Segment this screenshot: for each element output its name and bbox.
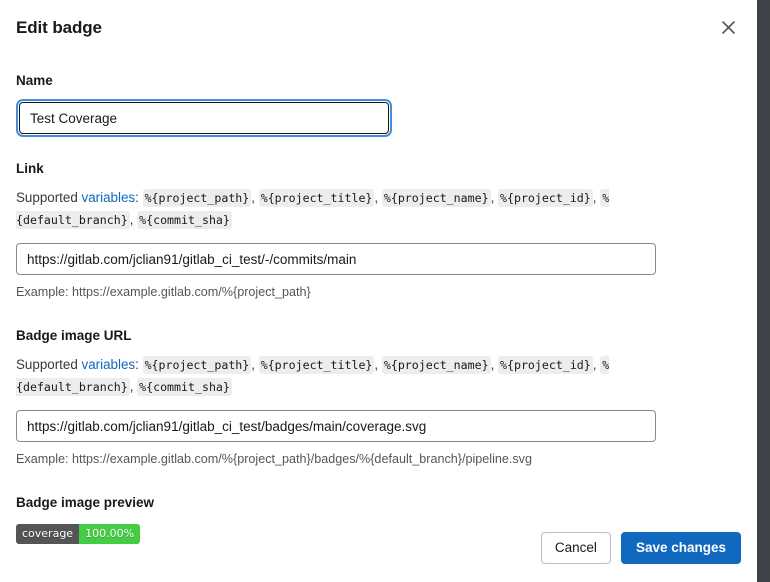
variable-chip: %{project_path} — [142, 189, 252, 207]
variable-chip: %{project_path} — [142, 356, 252, 374]
link-supported-variables: Supported variables: %{project_path}, %{… — [16, 187, 688, 231]
close-icon[interactable] — [717, 16, 739, 38]
link-label: Link — [16, 161, 44, 176]
badge-image-url-example-text: Example: https://example.gitlab.com/%{pr… — [16, 452, 532, 466]
variables-link[interactable]: variables — [82, 357, 136, 372]
variable-chip: %{commit_sha} — [137, 211, 232, 229]
supported-colon-text: : — [135, 357, 143, 372]
save-changes-button[interactable]: Save changes — [620, 532, 741, 564]
variables-link[interactable]: variables — [82, 190, 136, 205]
supported-prefix-text: Supported — [16, 357, 82, 372]
badge-image-preview: coverage 100.00% — [16, 524, 141, 544]
variable-chip: %{project_id} — [498, 356, 593, 374]
link-example-text: Example: https://example.gitlab.com/%{pr… — [16, 285, 311, 299]
variable-chip: %{commit_sha} — [137, 378, 232, 396]
variable-chip: %{project_title} — [258, 356, 375, 374]
cancel-button[interactable]: Cancel — [540, 532, 611, 564]
page-background-gutter — [757, 0, 770, 582]
variable-chip: %{project_name} — [381, 356, 491, 374]
modal-header: Edit badge — [0, 0, 757, 48]
edit-badge-modal: Edit badge Name Link Supported variables… — [0, 0, 757, 582]
supported-prefix-text: Supported — [16, 190, 82, 205]
badge-left-label: coverage — [16, 524, 80, 544]
supported-colon-text: : — [135, 190, 143, 205]
field-group-name: Name — [16, 72, 741, 134]
modal-footer: Cancel Save changes — [540, 532, 741, 564]
badge-preview-label: Badge image preview — [16, 495, 155, 510]
variable-chip: %{project_name} — [381, 189, 491, 207]
page-title: Edit badge — [16, 18, 102, 37]
badge-image-url-input[interactable] — [16, 410, 656, 442]
field-group-link: Link Supported variables: %{project_path… — [16, 160, 741, 301]
name-label: Name — [16, 73, 53, 88]
variable-chip: %{project_title} — [258, 189, 375, 207]
badge-image-url-supported-variables: Supported variables: %{project_path}, %{… — [16, 354, 688, 398]
link-input[interactable] — [16, 243, 656, 275]
modal-body: Name Link Supported variables: %{project… — [0, 72, 757, 544]
name-input[interactable] — [19, 102, 389, 134]
variable-chip: %{project_id} — [498, 189, 593, 207]
close-icon-glyph — [721, 20, 735, 34]
badge-image-url-label: Badge image URL — [16, 328, 132, 343]
field-group-badge-image-url: Badge image URL Supported variables: %{p… — [16, 327, 741, 468]
badge-right-value: 100.00% — [79, 524, 141, 544]
